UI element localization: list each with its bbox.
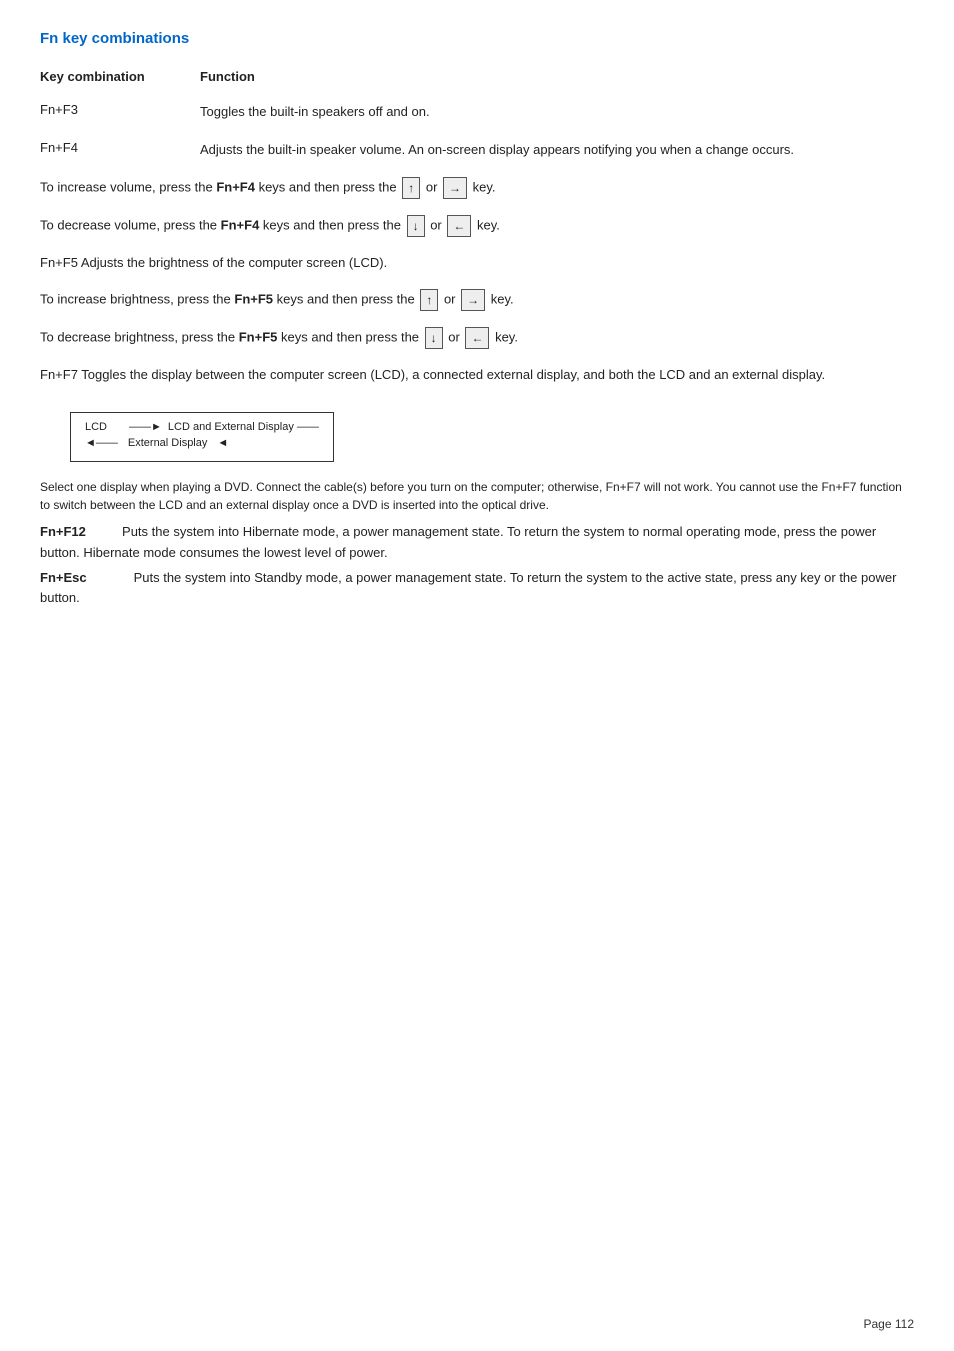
fn-f12-key: Fn+F12 — [40, 524, 86, 539]
brightness-increase-end: key. — [491, 291, 514, 306]
fn-f4-key: Fn+F4 — [40, 140, 200, 155]
fn-f4-entry: Fn+F4 Adjusts the built-in speaker volum… — [40, 140, 914, 160]
diagram-external-label: External Display — [128, 437, 207, 449]
up-arrow-icon2: ↑ — [420, 289, 438, 311]
page-number: Page 112 — [864, 1317, 915, 1331]
brightness-decrease-prefix: To decrease brightness, press the — [40, 329, 239, 344]
key-col-header: Key combination — [40, 69, 200, 84]
fn-esc-spacer — [90, 570, 130, 585]
fn-f3-key: Fn+F3 — [40, 102, 200, 117]
fn-esc-key: Fn+Esc — [40, 570, 87, 585]
right-arrow-icon: → — [443, 177, 467, 199]
diagram-row-2: ◄—— External Display ◄ — [85, 437, 319, 449]
fn-f12-block: Fn+F12 Puts the system into Hibernate mo… — [40, 522, 914, 564]
func-col-header: Function — [200, 69, 255, 84]
diagram-back-arrow: ◄—— — [85, 437, 118, 449]
volume-decrease-suffix: keys and then press the — [259, 217, 404, 232]
volume-decrease-end: key. — [477, 217, 500, 232]
diagram-lcd-external-label: LCD and External Display —— — [168, 421, 319, 433]
brightness-increase-keys: Fn+F5 — [234, 291, 273, 306]
brightness-decrease-keys: Fn+F5 — [239, 329, 278, 344]
left-arrow-icon: ← — [447, 215, 471, 237]
table-header: Key combination Function — [40, 69, 914, 84]
volume-increase-line: To increase volume, press the Fn+F4 keys… — [40, 177, 914, 199]
diagram-return-arrow: ◄ — [217, 437, 228, 449]
volume-increase-keys: Fn+F4 — [216, 179, 255, 194]
fn-esc-desc: Puts the system into Standby mode, a pow… — [40, 570, 896, 606]
fn-f7-desc: Fn+F7 Toggles the display between the co… — [40, 365, 914, 385]
page-title: Fn key combinations — [40, 30, 914, 47]
brightness-increase-line: To increase brightness, press the Fn+F5 … — [40, 289, 914, 311]
volume-decrease-prefix: To decrease volume, press the — [40, 217, 221, 232]
fn-f4-desc: Adjusts the built-in speaker volume. An … — [200, 140, 914, 160]
volume-or-text2: or — [430, 217, 445, 232]
diagram-lcd-label: LCD — [85, 421, 123, 433]
fn-f12-spacer — [90, 524, 119, 539]
left-arrow-icon2: ← — [465, 327, 489, 349]
fn-esc-block: Fn+Esc Puts the system into Standby mode… — [40, 568, 914, 610]
volume-increase-end: key. — [473, 179, 496, 194]
brightness-increase-prefix: To increase brightness, press the — [40, 291, 234, 306]
volume-increase-suffix: keys and then press the — [255, 179, 400, 194]
volume-increase-prefix: To increase volume, press the — [40, 179, 216, 194]
brightness-or-text: or — [444, 291, 459, 306]
fn-f3-entry: Fn+F3 Toggles the built-in speakers off … — [40, 102, 914, 122]
down-arrow-icon: ↓ — [407, 215, 425, 237]
brightness-decrease-suffix: keys and then press the — [277, 329, 422, 344]
display-diagram: LCD ——► LCD and External Display —— ◄—— … — [70, 412, 334, 462]
brightness-decrease-line: To decrease brightness, press the Fn+F5 … — [40, 327, 914, 349]
brightness-increase-suffix: keys and then press the — [273, 291, 418, 306]
fn-f3-desc: Toggles the built-in speakers off and on… — [200, 102, 914, 122]
volume-decrease-line: To decrease volume, press the Fn+F4 keys… — [40, 215, 914, 237]
up-arrow-icon: ↑ — [402, 177, 420, 199]
diagram-row-1: LCD ——► LCD and External Display —— — [85, 421, 319, 433]
fn-f5-desc: Fn+F5 Adjusts the brightness of the comp… — [40, 253, 914, 273]
down-arrow-icon2: ↓ — [425, 327, 443, 349]
volume-decrease-keys: Fn+F4 — [221, 217, 260, 232]
volume-or-text: or — [426, 179, 441, 194]
fn-f12-desc: Puts the system into Hibernate mode, a p… — [40, 524, 876, 560]
brightness-or-text2: or — [448, 329, 463, 344]
brightness-decrease-end: key. — [495, 329, 518, 344]
fn-f7-note: Select one display when playing a DVD. C… — [40, 478, 914, 514]
diagram-right-arrow: ——► — [129, 421, 162, 433]
right-arrow-icon2: → — [461, 289, 485, 311]
